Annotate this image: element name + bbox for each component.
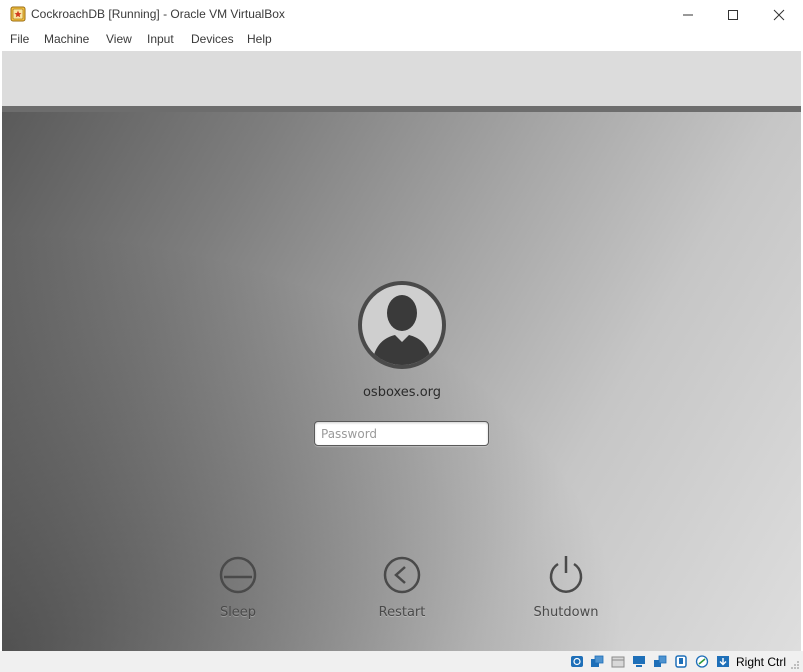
usb-icon[interactable] [674,655,688,668]
menu-help[interactable]: Help [247,32,272,46]
resize-grip-icon[interactable] [790,660,800,670]
menu-machine[interactable]: Machine [44,32,89,46]
title-bar: CockroachDB [Running] - Oracle VM Virtua… [0,0,803,30]
guest-top-panel [2,51,801,106]
sleep-icon [219,556,257,594]
display-icon[interactable] [632,655,646,668]
restart-button[interactable]: Restart [357,556,447,626]
menu-bar: File Machine View Input Devices Help [0,30,803,50]
shared-folders-icon[interactable] [695,655,709,668]
mouse-integration-icon[interactable] [716,655,730,668]
hard-disk-icon[interactable] [570,655,584,668]
shutdown-label: Shutdown [533,605,599,620]
host-key-label: Right Ctrl [736,655,787,669]
network-icon[interactable] [653,655,667,668]
sleep-button[interactable]: Sleep [193,556,283,626]
maximize-button[interactable] [710,0,756,30]
menu-input[interactable]: Input [147,32,174,46]
minimize-button[interactable] [665,0,711,30]
close-button[interactable] [756,0,802,30]
menu-file[interactable]: File [10,32,29,46]
close-icon [773,9,785,21]
username-label: osboxes.org [362,385,442,400]
virtualbox-icon [10,6,26,22]
minimize-icon [683,14,693,16]
window-title: CockroachDB [Running] - Oracle VM Virtua… [31,7,285,21]
user-avatar-icon[interactable] [357,280,447,370]
restart-icon [383,556,421,594]
menu-view[interactable]: View [106,32,132,46]
optical-drive-icon[interactable] [590,655,604,668]
sleep-label: Sleep [219,605,257,620]
power-icon [549,556,583,593]
shutdown-button[interactable]: Shutdown [521,556,611,626]
password-field[interactable] [314,421,489,446]
guest-display[interactable]: osboxes.org Sleep Restart Shutdown [2,112,801,651]
restart-label: Restart [378,605,426,620]
floppy-icon[interactable] [611,655,625,668]
status-bar: Right Ctrl [0,651,803,672]
maximize-icon [728,10,738,20]
menu-devices[interactable]: Devices [191,32,234,46]
